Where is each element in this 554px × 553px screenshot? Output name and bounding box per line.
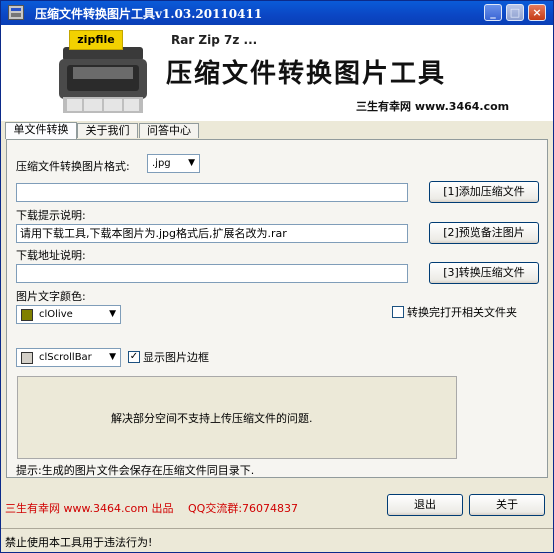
download-hint-field[interactable]: 请用下载工具,下载本图片为.jpg格式后,扩展名改为.rar bbox=[16, 224, 408, 243]
maximize-button[interactable]: □ bbox=[506, 4, 524, 21]
convert-archive-button[interactable]: [3]转换压缩文件 bbox=[429, 262, 539, 284]
single-file-panel: 压缩文件转换图片格式: .jpg ▼ [1]添加压缩文件 下载提示说明: 请用下… bbox=[6, 139, 548, 478]
text-color-select[interactable]: clOlive ▼ bbox=[16, 305, 121, 324]
banner: zipfile Rar Zip 7z ... 压缩文件转换图片工具 三生有幸网 … bbox=[1, 25, 553, 121]
banner-title: 压缩文件转换图片工具 bbox=[166, 59, 447, 89]
border-color-swatch bbox=[21, 352, 33, 364]
file-path-field[interactable] bbox=[16, 183, 408, 202]
tab-faq[interactable]: 问答中心 bbox=[139, 123, 199, 138]
credits-text: 三生有幸网 www.3464.com 出品 bbox=[5, 502, 174, 515]
open-folder-label: 转换完打开相关文件夹 bbox=[407, 306, 517, 319]
show-border-label: 显示图片边框 bbox=[143, 351, 209, 364]
show-border-checkbox[interactable]: ✓ bbox=[128, 351, 140, 363]
download-hint-label: 下载提示说明: bbox=[16, 209, 86, 222]
format-label: 压缩文件转换图片格式: bbox=[16, 160, 130, 173]
download-url-label: 下载地址说明: bbox=[16, 249, 86, 262]
banner-tagline: Rar Zip 7z ... bbox=[171, 33, 258, 47]
save-tip: 提示:生成的图片文件会保存在压缩文件同目录下. bbox=[16, 464, 255, 477]
close-button[interactable]: × bbox=[528, 4, 546, 21]
border-color-value: clScrollBar bbox=[39, 352, 92, 363]
minimize-button[interactable]: _ bbox=[484, 4, 502, 21]
tab-about-us[interactable]: 关于我们 bbox=[77, 123, 138, 138]
banner-footer: 三生有幸网 www.3464.com bbox=[356, 100, 510, 113]
title-bar[interactable]: 压缩文件转换图片工具v1.03.20110411 _ □ × bbox=[1, 1, 553, 25]
app-window: 压缩文件转换图片工具v1.03.20110411 _ □ × zipfile R… bbox=[0, 0, 554, 553]
text-color-swatch bbox=[21, 309, 33, 321]
text-color-value: clOlive bbox=[39, 309, 73, 320]
preview-image-button[interactable]: [2]预览备注图片 bbox=[429, 222, 539, 244]
text-color-label: 图片文字颜色: bbox=[16, 290, 86, 303]
check-mark-icon: ✓ bbox=[129, 351, 139, 362]
info-text: 解决部分空间不支持上传压缩文件的问题. bbox=[111, 412, 313, 425]
zipfile-logo-label: zipfile bbox=[69, 30, 123, 50]
status-bar: 禁止使用本工具用于违法行为! bbox=[1, 528, 553, 552]
window-title: 压缩文件转换图片工具v1.03.20110411 bbox=[35, 7, 263, 21]
about-button[interactable]: 关于 bbox=[469, 494, 545, 516]
border-color-select[interactable]: clScrollBar ▼ bbox=[16, 348, 121, 367]
chevron-down-icon: ▼ bbox=[188, 158, 195, 168]
format-select-value: .jpg bbox=[152, 158, 171, 169]
status-text: 禁止使用本工具用于违法行为! bbox=[5, 536, 153, 549]
qq-group: QQ交流群:76074837 bbox=[188, 502, 299, 515]
chevron-down-icon: ▼ bbox=[109, 309, 116, 319]
info-box: 解决部分空间不支持上传压缩文件的问题. bbox=[17, 376, 457, 459]
chevron-down-icon: ▼ bbox=[109, 352, 116, 362]
app-icon bbox=[8, 5, 24, 20]
exit-button[interactable]: 退出 bbox=[387, 494, 463, 516]
open-folder-checkbox[interactable] bbox=[392, 306, 404, 318]
format-select[interactable]: .jpg ▼ bbox=[147, 154, 200, 173]
download-url-field[interactable] bbox=[16, 264, 408, 283]
add-archive-button[interactable]: [1]添加压缩文件 bbox=[429, 181, 539, 203]
tab-single-file[interactable]: 单文件转换 bbox=[5, 122, 77, 139]
